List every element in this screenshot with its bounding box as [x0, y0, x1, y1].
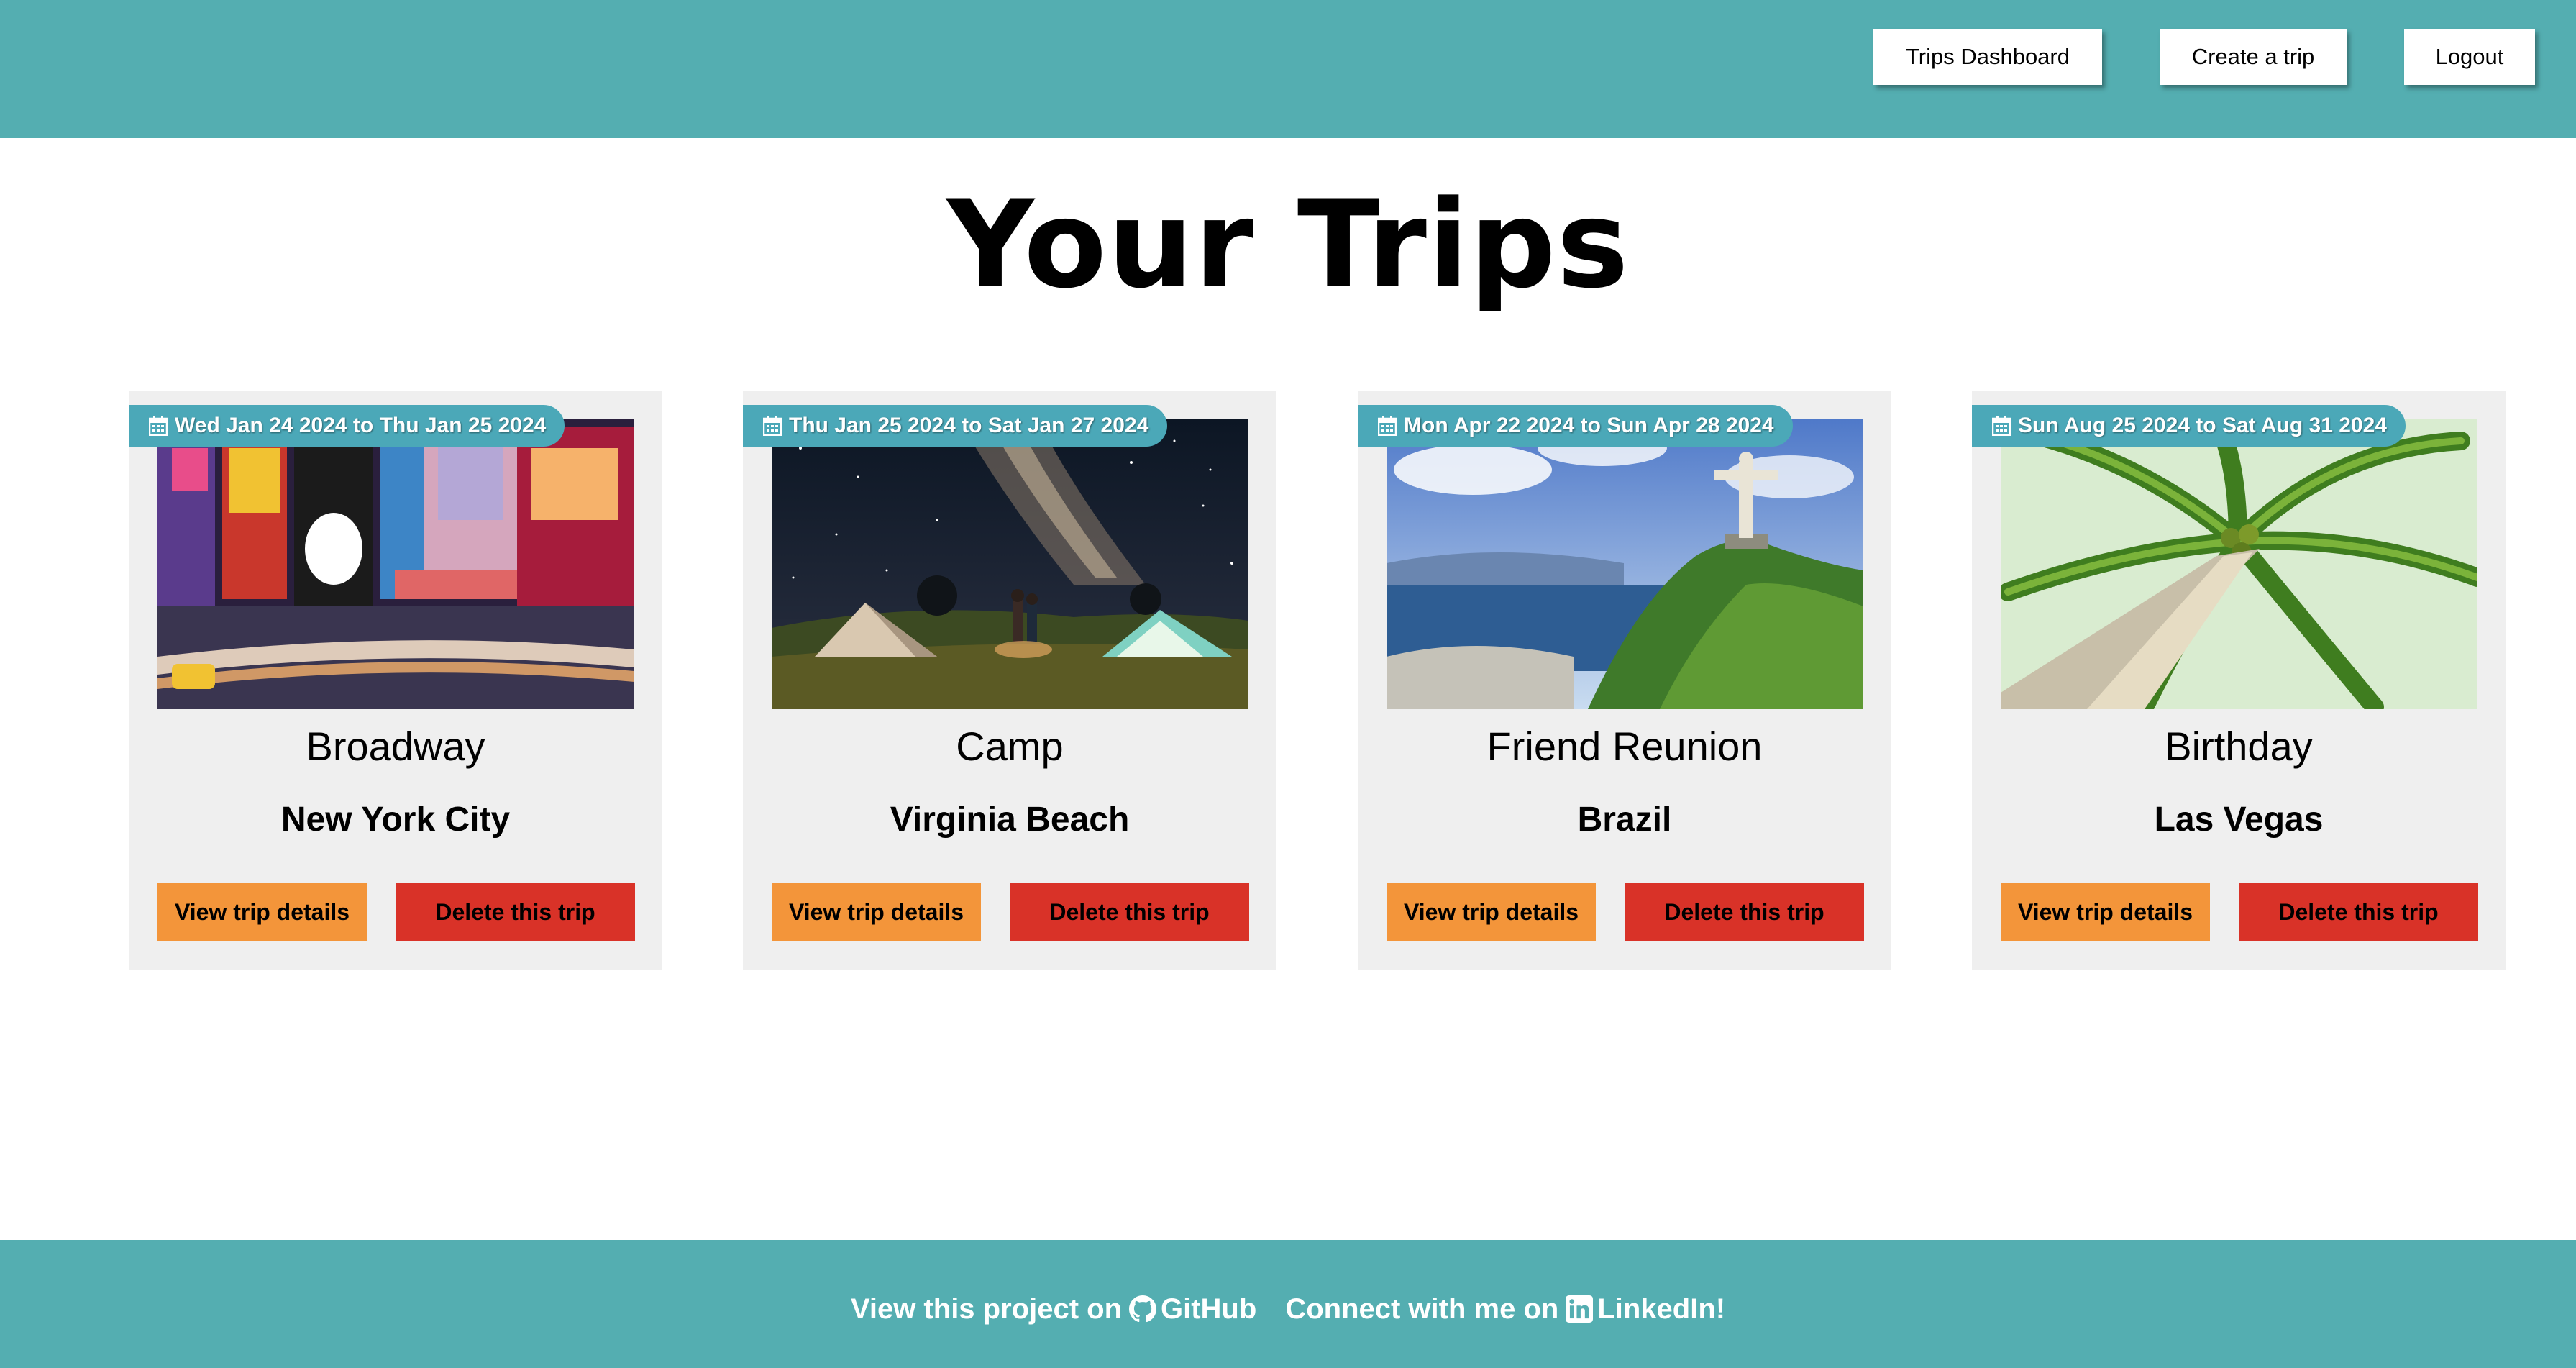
trip-card: Mon Apr 22 2024 to Sun Apr 28 2024 Frien…: [1358, 391, 1891, 970]
trip-image-camp: [772, 419, 1248, 709]
page: Trips Dashboard Create a trip Logout You…: [0, 0, 2576, 1368]
delete-trip-button[interactable]: Delete this trip: [2239, 883, 2478, 941]
calendar-icon: [1378, 416, 1397, 436]
trip-card: Thu Jan 25 2024 to Sat Jan 27 2024 Camp …: [743, 391, 1276, 970]
trip-location: Las Vegas: [2154, 801, 2324, 839]
trip-dates-badge: Sun Aug 25 2024 to Sat Aug 31 2024: [1972, 405, 2406, 447]
trip-name: Birthday: [2165, 724, 2313, 769]
trip-dates-text: Thu Jan 25 2024 to Sat Jan 27 2024: [789, 414, 1149, 437]
linkedin-link-label: LinkedIn!: [1597, 1293, 1726, 1325]
trip-image-brazil: [1387, 419, 1863, 709]
top-nav-bar: Trips Dashboard Create a trip Logout: [0, 0, 2576, 138]
calendar-icon: [1992, 416, 2011, 436]
trip-name: Camp: [956, 724, 1064, 769]
github-link[interactable]: GitHub: [1122, 1287, 1256, 1331]
linkedin-icon: [1566, 1295, 1594, 1323]
logout-button[interactable]: Logout: [2404, 29, 2535, 85]
trip-image-broadway: [157, 419, 634, 709]
footer-github: View this project on GitHub: [851, 1287, 1256, 1331]
trip-dates-text: Sun Aug 25 2024 to Sat Aug 31 2024: [2018, 414, 2387, 437]
delete-trip-button[interactable]: Delete this trip: [1625, 883, 1864, 941]
footer-linkedin: Connect with me on LinkedIn!: [1285, 1287, 1725, 1331]
view-trip-details-button[interactable]: View trip details: [772, 883, 981, 941]
view-trip-details-button[interactable]: View trip details: [157, 883, 367, 941]
github-link-label: GitHub: [1161, 1293, 1257, 1325]
calendar-icon: [763, 416, 782, 436]
footer-linkedin-prefix: Connect with me on: [1285, 1293, 1559, 1325]
trip-card: Sun Aug 25 2024 to Sat Aug 31 2024 Birth…: [1972, 391, 2506, 970]
calendar-icon: [149, 416, 168, 436]
trip-location: Brazil: [1577, 801, 1672, 839]
trip-name: Friend Reunion: [1486, 724, 1763, 769]
trip-dates-badge: Mon Apr 22 2024 to Sun Apr 28 2024: [1358, 405, 1793, 447]
trip-dates-badge: Wed Jan 24 2024 to Thu Jan 25 2024: [129, 405, 565, 447]
trips-dashboard-button[interactable]: Trips Dashboard: [1873, 29, 2102, 85]
trip-name: Broadway: [306, 724, 485, 769]
footer-github-prefix: View this project on: [850, 1293, 1122, 1325]
trip-location: New York City: [280, 801, 511, 839]
trip-location: Virginia Beach: [890, 801, 1130, 839]
trip-image-palm-tree: [2001, 419, 2477, 709]
page-title: Your Trips: [946, 174, 1630, 315]
view-trip-details-button[interactable]: View trip details: [1387, 883, 1596, 941]
trip-dates-text: Mon Apr 22 2024 to Sun Apr 28 2024: [1404, 414, 1774, 437]
view-trip-details-button[interactable]: View trip details: [2001, 883, 2210, 941]
footer-links: View this project on GitHub Connect with…: [0, 1287, 2576, 1331]
delete-trip-button[interactable]: Delete this trip: [396, 883, 635, 941]
delete-trip-button[interactable]: Delete this trip: [1010, 883, 1249, 941]
linkedin-link[interactable]: LinkedIn!: [1558, 1287, 1725, 1331]
trip-dates-badge: Thu Jan 25 2024 to Sat Jan 27 2024: [743, 405, 1168, 447]
trip-card: Wed Jan 24 2024 to Thu Jan 25 2024 Broad…: [129, 391, 662, 970]
trip-dates-text: Wed Jan 24 2024 to Thu Jan 25 2024: [175, 414, 547, 437]
create-trip-button[interactable]: Create a trip: [2160, 29, 2347, 85]
github-icon: [1129, 1295, 1156, 1323]
